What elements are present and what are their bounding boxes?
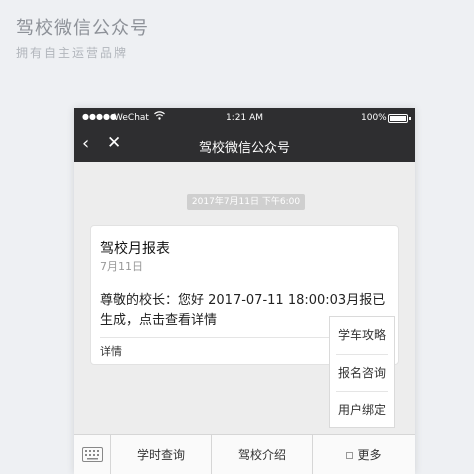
popup-item-user-binding[interactable]: 用户绑定 <box>336 391 388 428</box>
page-title: 驾校微信公众号 <box>16 18 149 39</box>
message-timestamp: 2017年7月11日 下午6:00 <box>187 194 305 210</box>
battery-percent: 100% <box>361 113 387 123</box>
nav-bar: ‹ ✕ 驾校微信公众号 <box>74 128 415 162</box>
battery-icon <box>388 114 408 123</box>
menu-item-hours-query[interactable]: 学时查询 <box>111 435 212 474</box>
card-detail-link[interactable]: 详情 <box>100 343 122 359</box>
battery-tip-icon <box>409 117 411 120</box>
more-popup-menu: 学车攻略 报名咨询 用户绑定 <box>329 316 395 428</box>
menu-more-label: 更多 <box>357 448 382 462</box>
nav-title: 驾校微信公众号 <box>198 141 290 156</box>
menu-more-icon <box>346 452 354 459</box>
page-subtitle: 拥有自主运营品牌 <box>16 46 129 60</box>
phone-mockup: ●●●●● WeChat 1:21 AM 100% ‹ ✕ 驾校微信公众号 20… <box>74 108 415 474</box>
menu-item-more[interactable]: 更多 <box>313 435 415 474</box>
menu-item-school-intro[interactable]: 驾校介绍 <box>212 435 313 474</box>
popup-item-enroll-inquiry[interactable]: 报名咨询 <box>336 354 388 391</box>
popup-item-study-guide[interactable]: 学车攻略 <box>336 317 388 354</box>
card-title: 驾校月报表 <box>100 241 170 257</box>
keyboard-icon <box>82 447 103 462</box>
bottom-menu-bar: 学时查询 驾校介绍 更多 <box>74 434 415 474</box>
keyboard-toggle-button[interactable] <box>74 435 111 474</box>
page-heading: 驾校微信公众号 拥有自主运营品牌 <box>16 14 149 61</box>
status-bar: ●●●●● WeChat 1:21 AM 100% <box>74 108 415 128</box>
card-date: 7月11日 <box>100 260 143 273</box>
